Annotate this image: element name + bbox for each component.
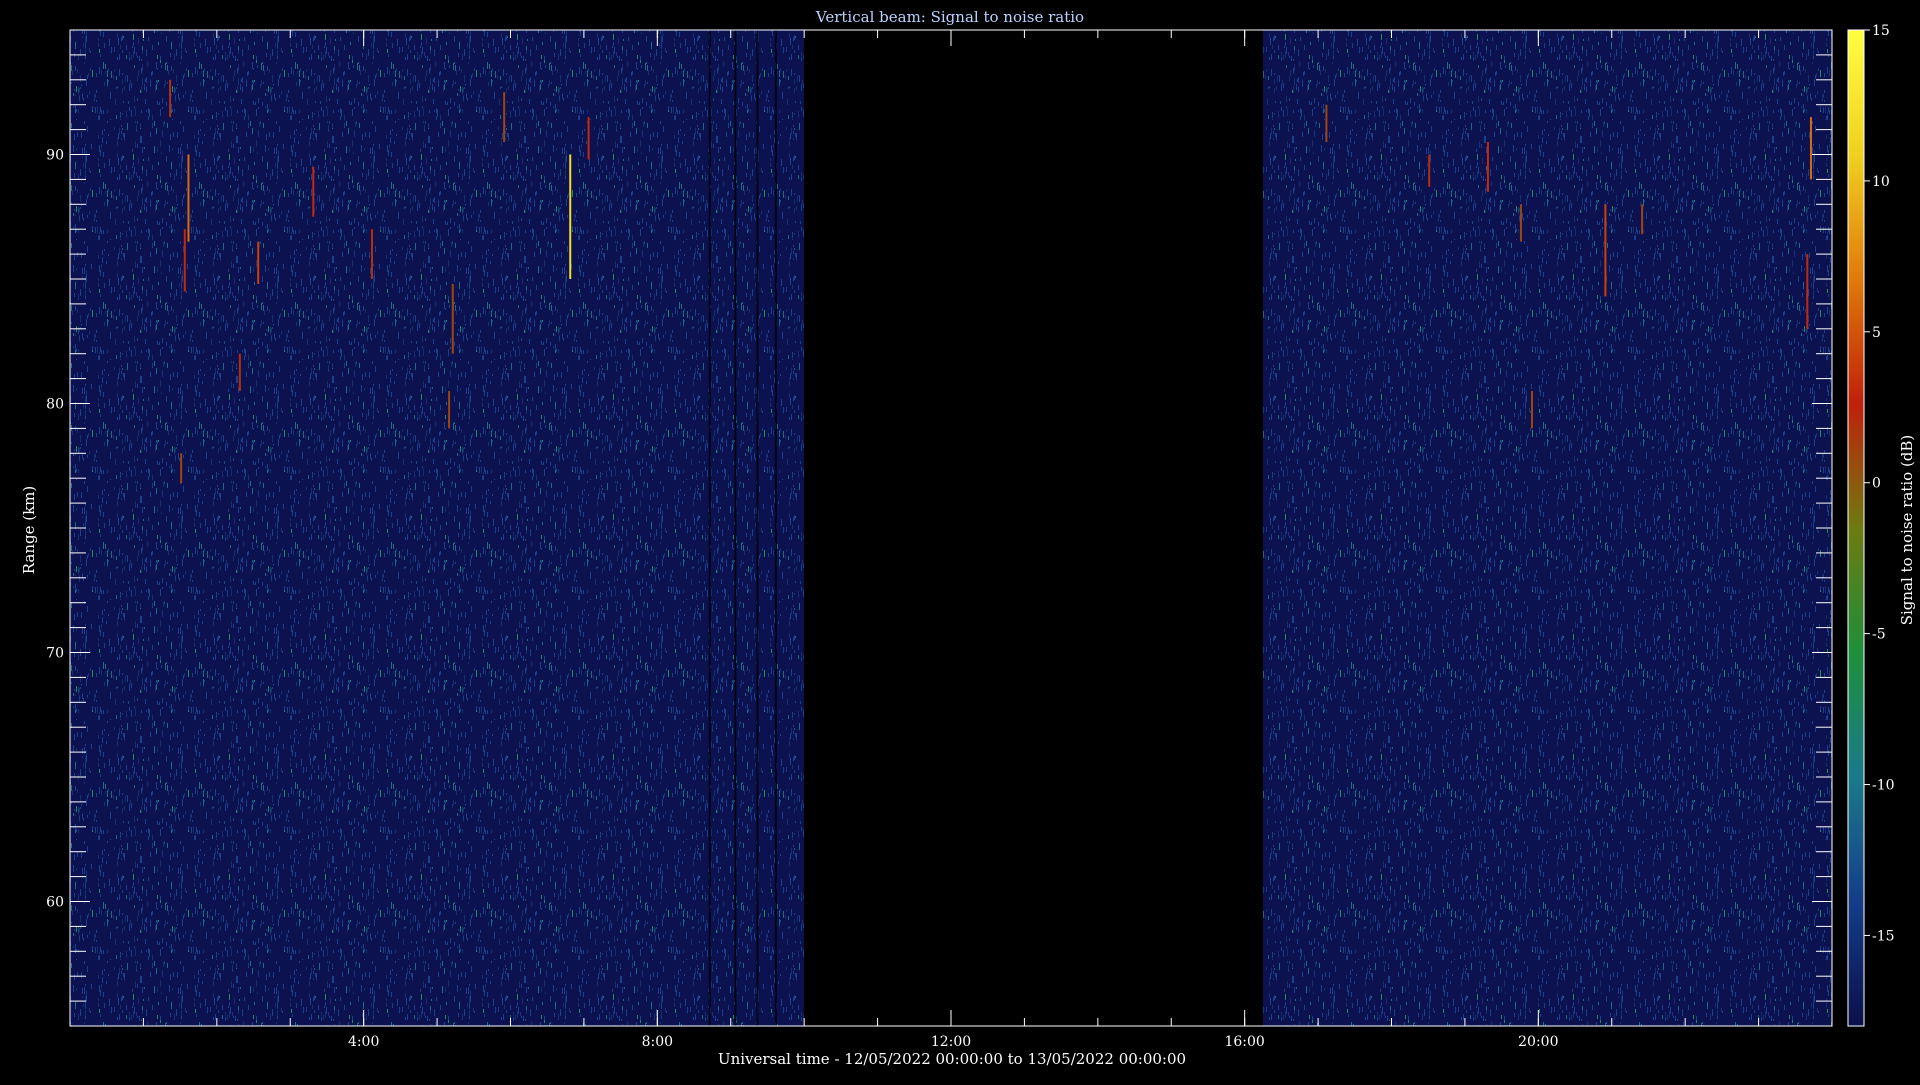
snr-feature (1428, 154, 1431, 187)
data-dropout-line (774, 30, 777, 1026)
y-tick-label: 90 (46, 148, 64, 164)
snr-feature (371, 229, 374, 279)
snr-feature (169, 79, 172, 118)
colorbar-tick-label: -15 (1872, 928, 1895, 944)
x-tick-label: 12:00 (931, 1034, 971, 1050)
y-tick-label: 80 (46, 397, 64, 413)
colorbar-tick-label: -10 (1872, 778, 1895, 794)
plot-area (70, 30, 1832, 1026)
snr-chart: Vertical beam: Signal to noise ratio 4:0… (0, 0, 1920, 1080)
snr-feature (448, 391, 451, 429)
snr-feature (1486, 142, 1489, 192)
snr-feature (187, 154, 190, 242)
x-tick-label: 16:00 (1224, 1034, 1264, 1050)
x-tick-label: 20:00 (1518, 1034, 1558, 1050)
snr-feature (1530, 391, 1533, 429)
y-tick-label: 60 (46, 895, 64, 911)
snr-feature (587, 117, 590, 160)
colorbar-tick-label: 0 (1872, 476, 1881, 492)
snr-feature (257, 241, 260, 284)
snr-feature (1809, 117, 1812, 180)
colorbar: -15 -10 -5 0 5 10 15 (1847, 23, 1895, 1027)
x-tick-label: 8:00 (642, 1034, 673, 1050)
colorbar-tick-label: -5 (1872, 627, 1886, 643)
colorbar-gradient (1847, 29, 1865, 1027)
chart-svg: Vertical beam: Signal to noise ratio 4:0… (20, 8, 1916, 1068)
colorbar-tick-label: 5 (1872, 325, 1881, 341)
snr-feature (451, 283, 454, 354)
x-axis-label: Universal time - 12/05/2022 00:00:00 to … (718, 1050, 1186, 1068)
snr-feature (1641, 204, 1644, 235)
data-segment-before-gap (70, 30, 805, 1026)
no-data-gap (804, 30, 1264, 1026)
colorbar-tick-label: 15 (1872, 23, 1890, 39)
data-dropout-line (708, 30, 711, 1026)
y-tick-label: 70 (46, 646, 64, 662)
snr-feature (1325, 104, 1328, 143)
snr-feature (1806, 254, 1809, 329)
data-segment-after-gap (1263, 30, 1832, 1026)
snr-feature (569, 154, 572, 279)
snr-feature (183, 229, 186, 292)
snr-feature (238, 353, 241, 392)
y-axis-label: Range (km) (20, 486, 38, 575)
data-dropout-line (734, 30, 737, 1026)
data-dropout-line (756, 30, 759, 1026)
snr-feature (1519, 204, 1522, 242)
chart-title: Vertical beam: Signal to noise ratio (815, 8, 1084, 26)
x-tick-label: 4:00 (348, 1034, 379, 1050)
colorbar-tick-label: 10 (1872, 174, 1890, 190)
snr-feature (1604, 204, 1607, 297)
colorbar-label: Signal to noise ratio (dB) (1898, 435, 1916, 626)
snr-feature (312, 166, 315, 217)
snr-feature (503, 92, 506, 143)
snr-feature (180, 453, 183, 484)
